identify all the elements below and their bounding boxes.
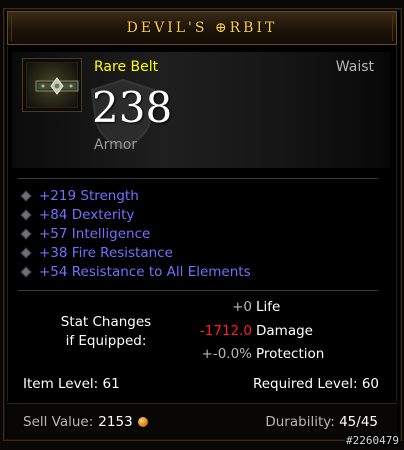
affix-text: +219 Strength xyxy=(39,187,139,204)
image-watermark: #2260479 xyxy=(345,434,400,447)
belt-icon xyxy=(35,77,79,95)
affix-item: +219 Strength xyxy=(20,186,251,205)
diamond-bullet-icon xyxy=(20,265,32,278)
item-level: Item Level: 61 xyxy=(23,376,120,392)
stat-change-value: +0 xyxy=(232,299,252,315)
diamond-bullet-icon xyxy=(20,189,32,202)
divider xyxy=(18,290,378,291)
stat-change-name: Protection xyxy=(256,346,325,362)
item-slot: Waist xyxy=(335,59,374,75)
stat-change-value: +-0.0% xyxy=(201,346,252,362)
affix-text: +57 Intelligence xyxy=(39,225,151,242)
item-type: Rare Belt xyxy=(94,59,159,75)
divider xyxy=(18,178,378,179)
stat-changes-label: Stat Changes if Equipped: xyxy=(60,314,152,349)
item-icon-slot xyxy=(22,58,82,112)
item-title-bar: DEVIL'S ⊕RBIT xyxy=(7,11,397,45)
required-level: Required Level: 60 xyxy=(252,376,379,392)
sell-value-amount: 2153 xyxy=(98,414,133,430)
affix-text: +38 Fire Resistance xyxy=(39,244,173,261)
stat-change-life: +0 Life xyxy=(160,299,360,321)
affix-item: +57 Intelligence xyxy=(20,224,251,243)
sell-value-label: Sell Value: xyxy=(23,414,94,430)
diamond-bullet-icon xyxy=(20,208,32,221)
affix-text: +84 Dexterity xyxy=(39,206,135,223)
sell-value: Sell Value: 2153 xyxy=(23,414,148,430)
affix-item: +38 Fire Resistance xyxy=(20,243,251,262)
durability: Durability: 45/45 xyxy=(265,414,378,430)
stat-change-damage: -1712.0 Damage xyxy=(160,323,360,345)
stat-change-value: -1712.0 xyxy=(199,323,252,339)
durability-value: 45/45 xyxy=(339,414,378,430)
affix-text: +54 Resistance to All Elements xyxy=(39,263,251,280)
stat-change-name: Damage xyxy=(256,323,313,339)
durability-label: Durability: xyxy=(265,414,335,430)
armor-value: 238 xyxy=(92,83,173,132)
stat-change-name: Life xyxy=(256,299,281,315)
item-name: DEVIL'S ⊕RBIT xyxy=(126,20,278,36)
armor-label: Armor xyxy=(94,137,138,153)
affix-item: +84 Dexterity xyxy=(20,205,251,224)
diamond-bullet-icon xyxy=(20,227,32,240)
gold-coin-icon xyxy=(137,417,148,427)
stat-change-protection: +-0.0% Protection xyxy=(160,346,360,368)
affix-item: +54 Resistance to All Elements xyxy=(20,262,251,281)
diamond-bullet-icon xyxy=(20,246,32,259)
affix-list: +219 Strength +84 Dexterity +57 Intellig… xyxy=(20,186,251,281)
